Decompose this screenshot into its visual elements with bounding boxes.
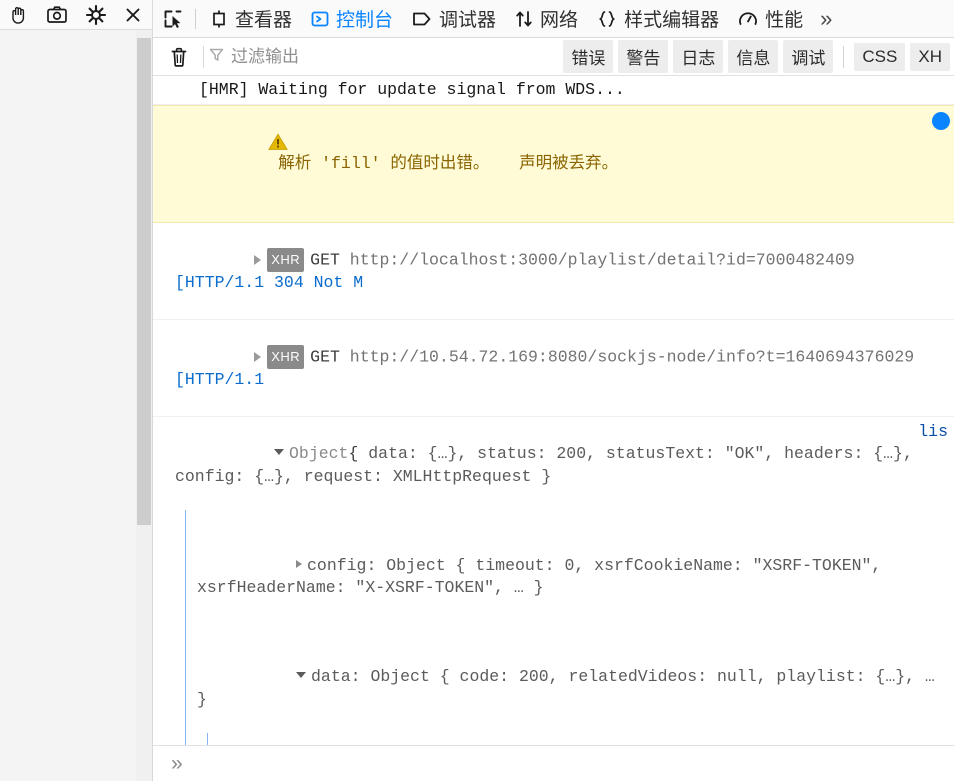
close-icon[interactable] [115,0,153,30]
filter-errors-button[interactable]: 错误 [563,40,613,73]
filter-logs-button[interactable]: 日志 [673,40,723,73]
devtools-window: 查看器 控制台 调试器 网络 [0,0,954,781]
devtools-tabbar: 查看器 控制台 调试器 网络 [153,0,954,38]
tree-guide [185,510,186,621]
pointer-hand-icon[interactable] [0,0,38,30]
page-scrollbar-thumb[interactable] [137,38,151,525]
filter-divider [843,46,844,68]
inspector-icon [209,9,229,29]
expand-twisty-icon[interactable] [296,560,302,568]
object-root-class: Object [289,444,348,463]
console-icon [310,9,330,29]
object-root-line[interactable]: Object{ data: {…}, status: 200, statusTe… [175,421,948,510]
http-method: GET [310,347,340,366]
browser-toolbar [0,0,153,30]
tab-style-editor-label: 样式编辑器 [624,5,719,32]
filter-xhr-button[interactable]: XH [910,43,950,71]
element-picker-icon[interactable] [155,0,191,37]
gauge-icon [737,9,759,29]
console-warning-text: 解析 'fill' 的值时出错。 声明被丢弃。 [278,154,618,173]
tab-performance-label: 性能 [765,5,803,32]
request-url[interactable]: http://10.54.72.169:8080/sockjs-node/inf… [350,347,914,366]
tabbar-overflow-icon[interactable]: » [812,0,840,37]
network-icon [514,9,534,29]
braces-icon [596,9,618,29]
tree-guide [185,733,186,745]
console-input[interactable] [183,753,954,774]
console-output[interactable]: [HMR] Waiting for update signal from WDS… [153,76,954,745]
filter-debug-button[interactable]: 调试 [783,40,833,73]
collapse-twisty-icon[interactable] [296,672,306,678]
tab-network-label: 网络 [540,5,578,32]
console-network-row[interactable]: XHR GET http://localhost:3000/playlist/de… [153,223,954,320]
camera-icon[interactable] [38,0,76,30]
tab-inspector-label: 查看器 [235,5,292,32]
search-input[interactable] [231,47,563,67]
page-scrollbar[interactable] [136,30,152,781]
tab-debugger[interactable]: 调试器 [402,0,505,37]
devtools-panel: 查看器 控制台 调试器 网络 [153,0,954,781]
console-object-row[interactable]: lis Object{ data: {…}, status: 200, stat… [153,417,954,745]
object-root-entries: data: {…}, status: 200, statusText: "OK"… [175,444,923,485]
funnel-icon [208,46,225,68]
http-method: GET [310,250,340,269]
console-network-row[interactable]: XHR GET http://10.54.72.169:8080/sockjs-n… [153,320,954,417]
response-status: [HTTP/1.1 [175,370,264,389]
filter-css-button[interactable]: CSS [854,43,905,71]
object-root-open: { [348,444,368,463]
tree-guide [207,733,208,745]
toolbar-divider [203,46,204,68]
debugger-icon [411,9,433,29]
object-data-line[interactable]: data: Object { code: 200, relatedVideos:… [175,622,948,733]
console-log-row: [HMR] Waiting for update signal from WDS… [153,76,954,105]
gear-icon[interactable] [76,0,114,30]
page-viewport [0,30,153,781]
console-command-line[interactable]: » [153,745,954,781]
tree-guide [185,622,186,733]
expand-twisty-icon[interactable] [254,255,261,265]
console-filter-group [208,46,563,68]
console-filter-buttons: 错误 警告 日志 信息 调试 CSS XH [563,40,950,73]
collapse-twisty-icon[interactable] [274,449,284,455]
console-warning-row[interactable]: 解析 'fill' 的值时出错。 声明被丢弃。 [153,105,954,223]
expand-twisty-icon[interactable] [254,352,261,362]
filter-warnings-button[interactable]: 警告 [618,40,668,73]
tab-inspector[interactable]: 查看器 [200,0,301,37]
xhr-tag: XHR [267,345,304,369]
request-url[interactable]: http://localhost:3000/playlist/detail?id… [350,250,855,269]
tab-network[interactable]: 网络 [505,0,587,37]
xhr-tag: XHR [267,248,304,272]
warning-triangle-icon [169,111,288,180]
tab-console-label: 控制台 [336,5,393,32]
object-code-line: code: 200 [175,733,948,745]
tab-style-editor[interactable]: 样式编辑器 [587,0,728,37]
console-toolbar: 错误 警告 日志 信息 调试 CSS XH [153,38,954,76]
object-config-line[interactable]: config: Object { timeout: 0, xsrfCookieN… [175,510,948,621]
object-data-text: data: Object { code: 200, relatedVideos:… [197,667,945,708]
tab-performance[interactable]: 性能 [728,0,812,37]
chevron-right-icon: » [171,752,183,776]
status-badge[interactable] [932,112,950,130]
tabbar-separator [195,9,196,29]
tab-console[interactable]: 控制台 [301,0,402,37]
filter-info-button[interactable]: 信息 [728,40,778,73]
tab-debugger-label: 调试器 [439,5,496,32]
trash-icon[interactable] [157,40,201,74]
response-status: [HTTP/1.1 304 Not M [175,273,363,292]
